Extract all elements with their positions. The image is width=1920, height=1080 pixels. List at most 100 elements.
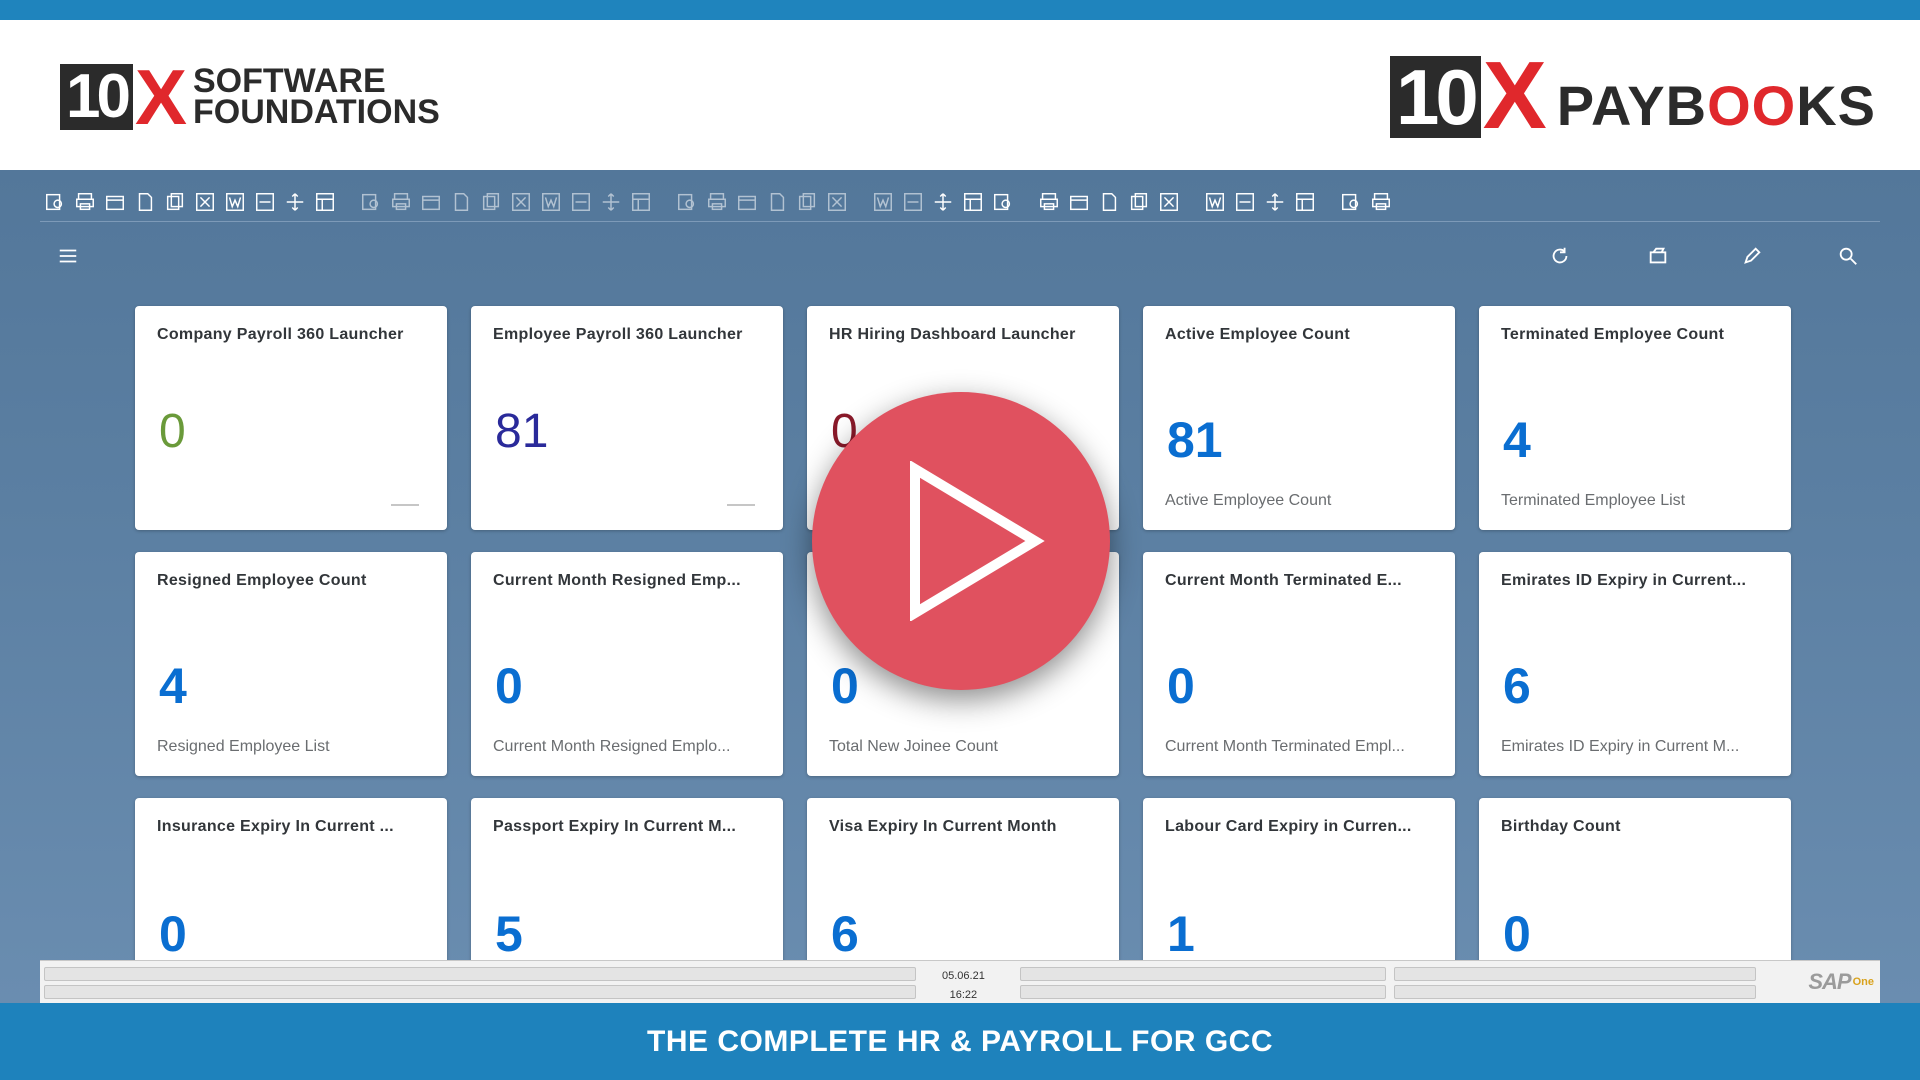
layout-icon[interactable] <box>310 187 340 217</box>
status-field <box>1020 985 1386 999</box>
add-row-icon[interactable] <box>626 187 656 217</box>
open-icon[interactable] <box>386 187 416 217</box>
status-field <box>44 985 916 999</box>
chat-icon[interactable] <box>988 187 1018 217</box>
tile-value: 6 <box>831 906 859 962</box>
status-date: 05.06.21 <box>942 970 985 982</box>
copy-icon[interactable] <box>160 187 190 217</box>
tile-indicator <box>391 504 419 506</box>
cards-icon[interactable] <box>1644 242 1672 270</box>
tile-title: Current Month Terminated E... <box>1165 572 1402 589</box>
last-record-icon[interactable] <box>506 187 536 217</box>
print-preview-icon[interactable] <box>100 187 130 217</box>
first-record-icon[interactable] <box>416 187 446 217</box>
dashboard-tile[interactable]: Company Payroll 360 Launcher 0 <box>135 306 447 530</box>
user-icon[interactable] <box>1154 187 1184 217</box>
play-icon <box>910 461 1045 621</box>
dashboard-tile[interactable]: Terminated Employee Count 4 Terminated Emp… <box>1479 306 1791 530</box>
paybooks-word-end: KS <box>1796 74 1876 137</box>
search-icon[interactable] <box>1834 242 1862 270</box>
sap-status-bar: 05.06.21 16:22 SAP One <box>40 960 1880 1003</box>
status-field <box>1020 967 1386 981</box>
tile-title: Current Month Resigned Emp... <box>493 572 741 589</box>
video-footer-banner: THE COMPLETE HR & PAYROLL FOR GCC <box>0 1003 1920 1080</box>
next-record-icon[interactable] <box>476 187 506 217</box>
move-icon[interactable] <box>280 187 310 217</box>
journal-icon[interactable] <box>868 187 898 217</box>
dashboard-tile[interactable]: Insurance Expiry In Current ... 0 <box>135 798 447 974</box>
tile-title: Passport Expiry In Current M... <box>493 818 737 835</box>
tile-footer: Current Month Terminated Empl... <box>1165 738 1405 755</box>
chart-icon[interactable] <box>1260 187 1290 217</box>
footer-tagline: THE COMPLETE HR & PAYROLL FOR GCC <box>647 1024 1273 1058</box>
tile-title: Company Payroll 360 Launcher <box>157 326 404 343</box>
pencil-icon[interactable] <box>1738 242 1766 270</box>
paybooks-word-oo: OO <box>1707 74 1797 137</box>
org-icon[interactable] <box>1124 187 1154 217</box>
filter-icon[interactable] <box>566 187 596 217</box>
pdf-icon[interactable] <box>250 187 280 217</box>
base-document-icon[interactable] <box>792 187 822 217</box>
export-excel-icon[interactable] <box>190 187 220 217</box>
paybooks-word-start: PAYB <box>1556 74 1708 137</box>
dashboard-tile[interactable]: Resigned Employee Count 4 Resigned Employe… <box>135 552 447 776</box>
dashboard-tile[interactable]: Passport Expiry In Current M... 5 <box>471 798 783 974</box>
find-icon[interactable] <box>40 187 70 217</box>
logo-mark-letter: X <box>134 53 187 141</box>
dashboard-tile[interactable]: Active Employee Count 81 Active Employee C… <box>1143 306 1455 530</box>
delete-row-icon[interactable] <box>672 187 702 217</box>
top-accent-strip <box>0 0 1920 20</box>
sort-icon[interactable] <box>596 187 626 217</box>
tile-value: 6 <box>1503 658 1531 714</box>
dashboard-tile[interactable]: Birthday Count 0 <box>1479 798 1791 974</box>
tile-footer: Active Employee Count <box>1165 492 1332 509</box>
calendar-icon[interactable] <box>928 187 958 217</box>
status-date-time: 05.06.21 16:22 <box>942 967 985 1005</box>
refresh-icon[interactable] <box>536 187 566 217</box>
search-icon[interactable] <box>732 187 762 217</box>
dashboard-tile[interactable]: Employee Payroll 360 Launcher 81 <box>471 306 783 530</box>
window-icon[interactable] <box>1200 187 1230 217</box>
help-icon[interactable] <box>1366 187 1396 217</box>
previous-record-icon[interactable] <box>446 187 476 217</box>
dashboard-tile[interactable]: Current Month Resigned Emp... 0 Current Mo… <box>471 552 783 776</box>
dashboard-tile[interactable]: Visa Expiry In Current Month 6 <box>807 798 1119 974</box>
paybooks-mark-letter: X <box>1482 42 1547 149</box>
tile-title: Birthday Count <box>1501 818 1621 835</box>
refresh-icon[interactable] <box>1546 242 1574 270</box>
tile-value: 0 <box>159 405 186 458</box>
tile-title: Labour Card Expiry in Curren... <box>1165 818 1412 835</box>
form-icon[interactable] <box>356 187 386 217</box>
logo-wordmark: SOFTWARE FOUNDATIONS <box>193 64 440 129</box>
sap-word: SAP <box>1808 969 1851 994</box>
settings-icon[interactable] <box>762 187 792 217</box>
tile-title: Resigned Employee Count <box>157 572 367 589</box>
dashboard-tile[interactable]: Emirates ID Expiry in Current... 6 Emirate… <box>1479 552 1791 776</box>
sap-business-one-logo: SAP One <box>1808 969 1874 995</box>
report-icon[interactable] <box>1064 187 1094 217</box>
tile-footer: Total New Joinee Count <box>829 738 998 755</box>
split-icon[interactable] <box>1230 187 1260 217</box>
print-icon[interactable] <box>70 187 100 217</box>
tile-footer: Resigned Employee List <box>157 738 330 755</box>
export-word-icon[interactable] <box>220 187 250 217</box>
calculator-icon[interactable] <box>1094 187 1124 217</box>
edit-icon[interactable] <box>898 187 928 217</box>
web-icon[interactable] <box>1336 187 1366 217</box>
tile-title: Active Employee Count <box>1165 326 1351 343</box>
target-document-icon[interactable] <box>822 187 852 217</box>
hamburger-icon[interactable] <box>54 242 82 270</box>
alert-icon[interactable] <box>1034 187 1064 217</box>
tile-value: 0 <box>1503 906 1531 962</box>
video-play-button[interactable] <box>812 392 1110 690</box>
analytics-icon[interactable] <box>1290 187 1320 217</box>
tile-title: Emirates ID Expiry in Current... <box>1501 572 1747 589</box>
document-icon[interactable] <box>130 187 160 217</box>
dashboard-tile[interactable]: Labour Card Expiry in Curren... 1 <box>1143 798 1455 974</box>
duplicate-icon[interactable] <box>702 187 732 217</box>
paybooks-mark-number: 10 <box>1389 56 1481 138</box>
tile-footer: Current Month Resigned Emplo... <box>493 738 731 755</box>
dashboard-tile[interactable]: Current Month Terminated E... 0 Current Mo… <box>1143 552 1455 776</box>
status-field <box>44 967 916 981</box>
message-icon[interactable] <box>958 187 988 217</box>
